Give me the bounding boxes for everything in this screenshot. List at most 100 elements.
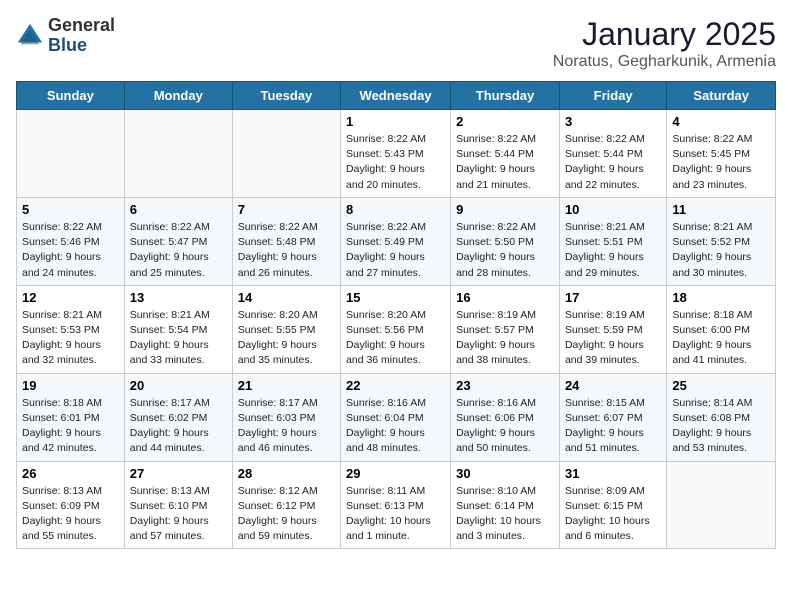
day-details: Sunrise: 8:22 AM Sunset: 5:47 PM Dayligh… [130, 220, 227, 281]
day-details: Sunrise: 8:22 AM Sunset: 5:45 PM Dayligh… [672, 132, 770, 193]
day-number: 4 [672, 114, 770, 129]
day-details: Sunrise: 8:14 AM Sunset: 6:08 PM Dayligh… [672, 396, 770, 457]
calendar-cell: 30 Sunrise: 8:10 AM Sunset: 6:14 PM Dayli… [451, 461, 560, 549]
day-details: Sunrise: 8:21 AM Sunset: 5:52 PM Dayligh… [672, 220, 770, 281]
day-number: 20 [130, 378, 227, 393]
day-number: 1 [346, 114, 445, 129]
day-header-wednesday: Wednesday [341, 82, 451, 110]
logo-general: General [48, 16, 115, 36]
day-details: Sunrise: 8:19 AM Sunset: 5:57 PM Dayligh… [456, 308, 554, 369]
day-number: 6 [130, 202, 227, 217]
day-number: 29 [346, 466, 445, 481]
day-details: Sunrise: 8:22 AM Sunset: 5:49 PM Dayligh… [346, 220, 445, 281]
calendar-cell: 2Sunrise: 8:22 AM Sunset: 5:44 PM Daylig… [451, 110, 560, 198]
calendar-cell: 5Sunrise: 8:22 AM Sunset: 5:46 PM Daylig… [17, 197, 125, 285]
day-number: 9 [456, 202, 554, 217]
day-details: Sunrise: 8:21 AM Sunset: 5:53 PM Dayligh… [22, 308, 119, 369]
day-details: Sunrise: 8:22 AM Sunset: 5:44 PM Dayligh… [456, 132, 554, 193]
day-number: 12 [22, 290, 119, 305]
day-number: 16 [456, 290, 554, 305]
day-details: Sunrise: 8:09 AM Sunset: 6:15 PM Dayligh… [565, 484, 661, 545]
day-header-saturday: Saturday [667, 82, 776, 110]
day-header-sunday: Sunday [17, 82, 125, 110]
day-number: 24 [565, 378, 661, 393]
calendar-cell [232, 110, 340, 198]
week-row-2: 5Sunrise: 8:22 AM Sunset: 5:46 PM Daylig… [17, 197, 776, 285]
day-header-tuesday: Tuesday [232, 82, 340, 110]
title-block: January 2025 Noratus, Gegharkunik, Armen… [553, 16, 776, 71]
logo-icon [16, 22, 44, 50]
day-number: 15 [346, 290, 445, 305]
day-details: Sunrise: 8:20 AM Sunset: 5:56 PM Dayligh… [346, 308, 445, 369]
logo: General Blue [16, 16, 115, 56]
calendar-cell: 10 Sunrise: 8:21 AM Sunset: 5:51 PM Dayli… [559, 197, 666, 285]
day-number: 7 [238, 202, 335, 217]
calendar-cell: 24 Sunrise: 8:15 AM Sunset: 6:07 PM Dayli… [559, 373, 666, 461]
week-row-1: 1 Sunrise: 8:22 AM Sunset: 5:43 PM Daylig… [17, 110, 776, 198]
calendar-cell: 25 Sunrise: 8:14 AM Sunset: 6:08 PM Dayli… [667, 373, 776, 461]
day-details: Sunrise: 8:22 AM Sunset: 5:43 PM Dayligh… [346, 132, 445, 193]
day-number: 31 [565, 466, 661, 481]
calendar-cell: 16 Sunrise: 8:19 AM Sunset: 5:57 PM Dayli… [451, 285, 560, 373]
calendar-cell: 17 Sunrise: 8:19 AM Sunset: 5:59 PM Dayli… [559, 285, 666, 373]
calendar-cell [124, 110, 232, 198]
day-details: Sunrise: 8:22 AM Sunset: 5:44 PM Dayligh… [565, 132, 661, 193]
calendar-cell: 29 Sunrise: 8:11 AM Sunset: 6:13 PM Dayli… [341, 461, 451, 549]
calendar-cell: 7Sunrise: 8:22 AM Sunset: 5:48 PM Daylig… [232, 197, 340, 285]
day-number: 17 [565, 290, 661, 305]
calendar-table: SundayMondayTuesdayWednesdayThursdayFrid… [16, 81, 776, 549]
day-header-monday: Monday [124, 82, 232, 110]
calendar-cell: 9Sunrise: 8:22 AM Sunset: 5:50 PM Daylig… [451, 197, 560, 285]
calendar-cell: 31 Sunrise: 8:09 AM Sunset: 6:15 PM Dayli… [559, 461, 666, 549]
day-details: Sunrise: 8:18 AM Sunset: 6:01 PM Dayligh… [22, 396, 119, 457]
day-details: Sunrise: 8:16 AM Sunset: 6:06 PM Dayligh… [456, 396, 554, 457]
week-row-4: 19 Sunrise: 8:18 AM Sunset: 6:01 PM Dayli… [17, 373, 776, 461]
day-details: Sunrise: 8:18 AM Sunset: 6:00 PM Dayligh… [672, 308, 770, 369]
day-details: Sunrise: 8:15 AM Sunset: 6:07 PM Dayligh… [565, 396, 661, 457]
day-details: Sunrise: 8:10 AM Sunset: 6:14 PM Dayligh… [456, 484, 554, 545]
location-title: Noratus, Gegharkunik, Armenia [553, 53, 776, 71]
calendar-cell: 6 Sunrise: 8:22 AM Sunset: 5:47 PM Daylig… [124, 197, 232, 285]
calendar-cell: 12 Sunrise: 8:21 AM Sunset: 5:53 PM Dayli… [17, 285, 125, 373]
week-row-3: 12 Sunrise: 8:21 AM Sunset: 5:53 PM Dayli… [17, 285, 776, 373]
day-details: Sunrise: 8:12 AM Sunset: 6:12 PM Dayligh… [238, 484, 335, 545]
day-details: Sunrise: 8:11 AM Sunset: 6:13 PM Dayligh… [346, 484, 445, 545]
calendar-cell [667, 461, 776, 549]
day-number: 22 [346, 378, 445, 393]
calendar-cell [17, 110, 125, 198]
calendar-cell: 23 Sunrise: 8:16 AM Sunset: 6:06 PM Dayli… [451, 373, 560, 461]
page-header: General Blue January 2025 Noratus, Gegha… [16, 16, 776, 71]
calendar-cell: 14Sunrise: 8:20 AM Sunset: 5:55 PM Dayli… [232, 285, 340, 373]
calendar-cell: 20Sunrise: 8:17 AM Sunset: 6:02 PM Dayli… [124, 373, 232, 461]
day-details: Sunrise: 8:19 AM Sunset: 5:59 PM Dayligh… [565, 308, 661, 369]
calendar-cell: 26 Sunrise: 8:13 AM Sunset: 6:09 PM Dayli… [17, 461, 125, 549]
logo-text: General Blue [48, 16, 115, 56]
logo-blue: Blue [48, 36, 115, 56]
calendar-cell: 19 Sunrise: 8:18 AM Sunset: 6:01 PM Dayli… [17, 373, 125, 461]
calendar-cell: 15 Sunrise: 8:20 AM Sunset: 5:56 PM Dayli… [341, 285, 451, 373]
day-number: 10 [565, 202, 661, 217]
day-details: Sunrise: 8:13 AM Sunset: 6:09 PM Dayligh… [22, 484, 119, 545]
day-details: Sunrise: 8:13 AM Sunset: 6:10 PM Dayligh… [130, 484, 227, 545]
day-number: 18 [672, 290, 770, 305]
day-number: 26 [22, 466, 119, 481]
day-number: 28 [238, 466, 335, 481]
day-number: 19 [22, 378, 119, 393]
day-number: 27 [130, 466, 227, 481]
day-number: 11 [672, 202, 770, 217]
day-details: Sunrise: 8:21 AM Sunset: 5:51 PM Dayligh… [565, 220, 661, 281]
calendar-cell: 18 Sunrise: 8:18 AM Sunset: 6:00 PM Dayli… [667, 285, 776, 373]
day-number: 14 [238, 290, 335, 305]
calendar-cell: 28 Sunrise: 8:12 AM Sunset: 6:12 PM Dayli… [232, 461, 340, 549]
day-number: 25 [672, 378, 770, 393]
calendar-cell: 11 Sunrise: 8:21 AM Sunset: 5:52 PM Dayli… [667, 197, 776, 285]
calendar-cell: 21Sunrise: 8:17 AM Sunset: 6:03 PM Dayli… [232, 373, 340, 461]
day-details: Sunrise: 8:16 AM Sunset: 6:04 PM Dayligh… [346, 396, 445, 457]
week-row-5: 26 Sunrise: 8:13 AM Sunset: 6:09 PM Dayli… [17, 461, 776, 549]
calendar-cell: 13Sunrise: 8:21 AM Sunset: 5:54 PM Dayli… [124, 285, 232, 373]
day-number: 30 [456, 466, 554, 481]
calendar-cell: 22 Sunrise: 8:16 AM Sunset: 6:04 PM Dayli… [341, 373, 451, 461]
day-details: Sunrise: 8:22 AM Sunset: 5:46 PM Dayligh… [22, 220, 119, 281]
calendar-cell: 1 Sunrise: 8:22 AM Sunset: 5:43 PM Daylig… [341, 110, 451, 198]
day-number: 23 [456, 378, 554, 393]
